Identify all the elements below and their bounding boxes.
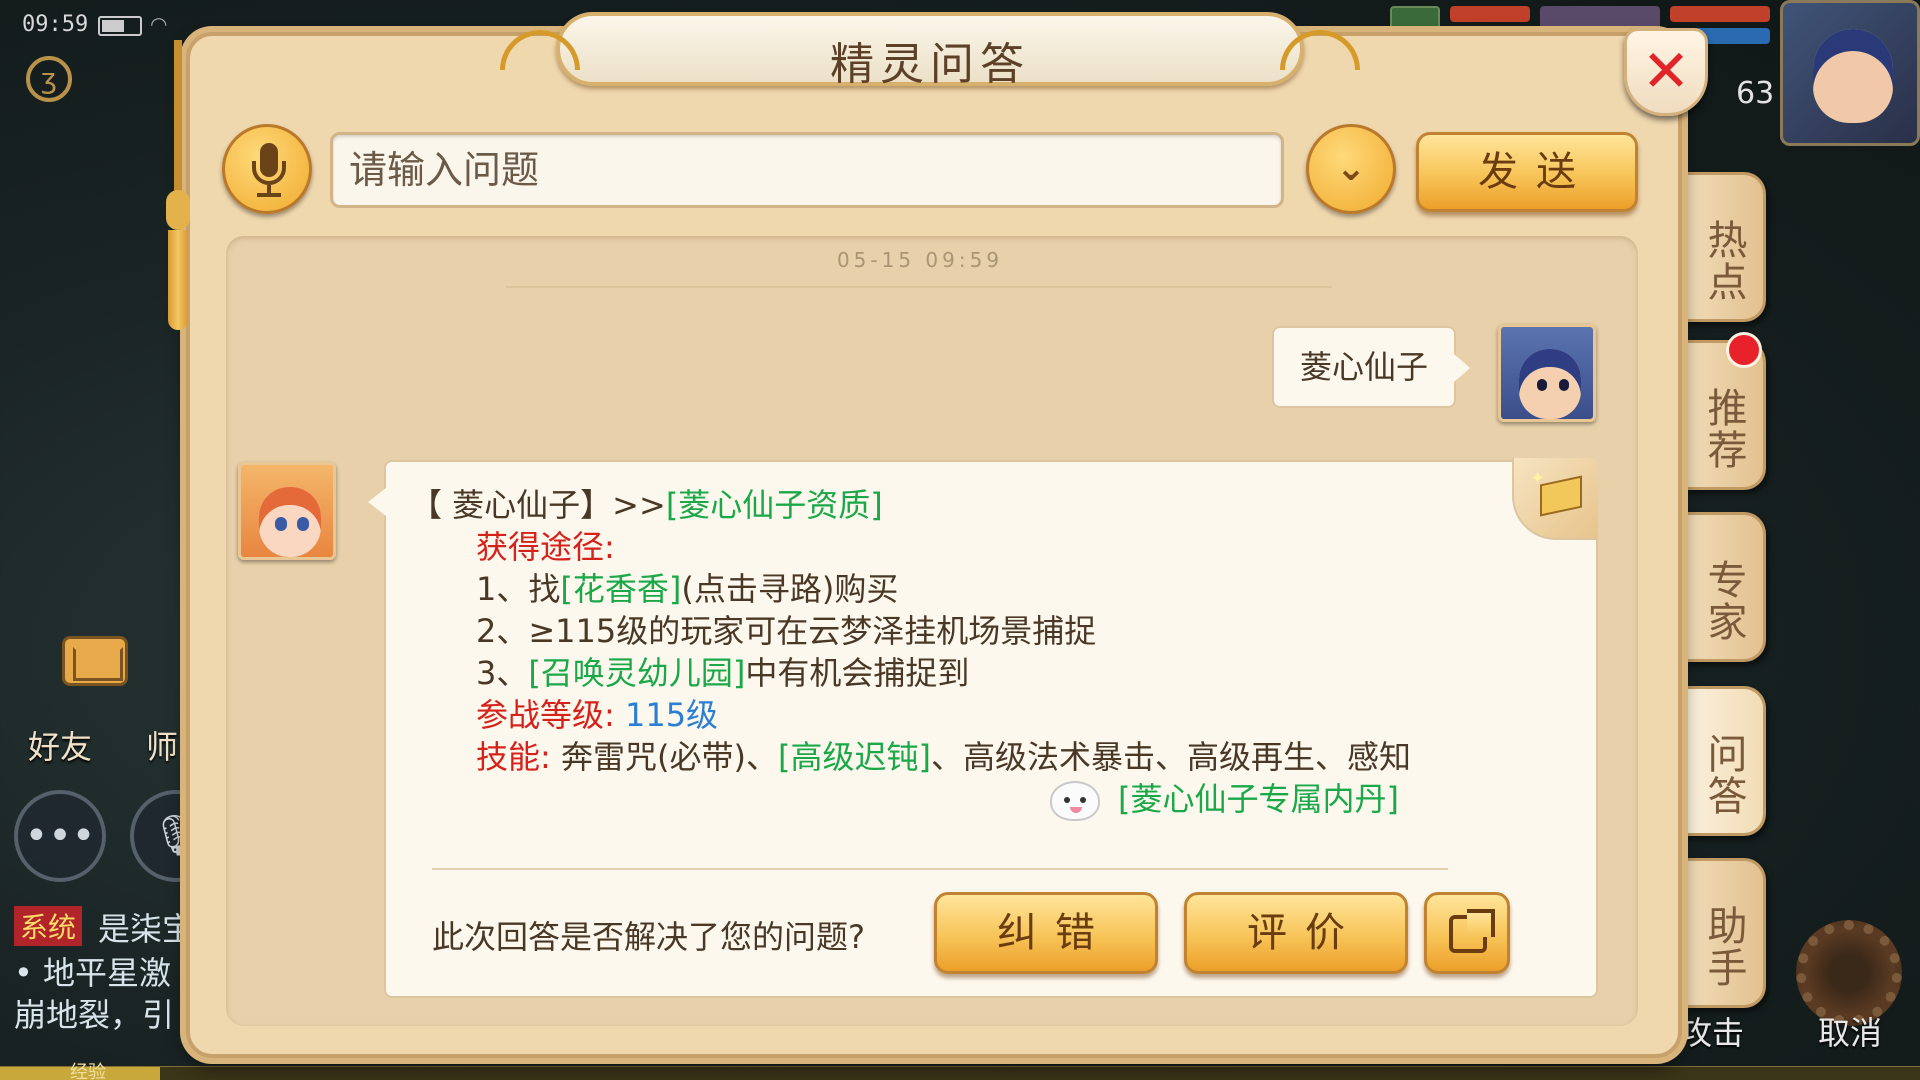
kindergarten-link[interactable]: [召唤灵幼儿园] — [528, 654, 745, 692]
tab-label: 助手 — [1700, 905, 1747, 989]
skill-text: 奔雷咒(必带)、 — [560, 738, 778, 776]
route-1: 1、找[花香香](点击寻路)购买 — [476, 564, 898, 610]
tab-expert[interactable]: 专家 — [1684, 512, 1766, 662]
skill-label: 技能: — [476, 738, 551, 776]
tab-label: 问答 — [1700, 733, 1747, 817]
level-label: 参战等级: — [476, 696, 615, 734]
wifi-icon: ◠ — [150, 12, 168, 36]
tab-qa[interactable]: 问答 — [1684, 686, 1766, 836]
title-plate: 精灵问答 — [500, 12, 1360, 90]
notification-dot — [1726, 332, 1762, 368]
message-timestamp: 05-15 09:59 — [836, 248, 1004, 272]
swirl-icon[interactable]: ʒ — [26, 56, 72, 102]
tassel-ornament — [164, 40, 192, 330]
history-dropdown-button[interactable]: ⌄ — [1306, 124, 1396, 214]
chat-line: 崩地裂，引 — [14, 996, 175, 1034]
source-label: 获得途径: — [476, 528, 615, 566]
player-avatar[interactable] — [1780, 0, 1920, 146]
pet-icon — [1050, 781, 1100, 821]
npc-link[interactable]: [花香香] — [560, 570, 681, 608]
tab-label: 推荐 — [1700, 387, 1747, 471]
mail-icon[interactable] — [62, 636, 128, 686]
microphone-button[interactable] — [222, 124, 312, 214]
cancel-label[interactable]: 取消 — [1818, 1008, 1882, 1054]
exp-label: 经验 — [70, 1062, 106, 1080]
battle-level: 参战等级: 115级 — [476, 690, 718, 736]
close-button[interactable]: ✕ — [1624, 28, 1708, 116]
aptitude-link[interactable]: [菱心仙子资质] — [666, 486, 883, 524]
route-text: 中有机会捕捉到 — [745, 654, 970, 692]
tab-label: 专家 — [1700, 559, 1747, 643]
feedback-question: 此次回答是否解决了您的问题? — [432, 918, 865, 956]
chat-line: • 地平星激 — [14, 954, 172, 992]
divider — [432, 868, 1448, 870]
friends-label[interactable]: 好友 — [28, 722, 92, 768]
question-input[interactable] — [330, 132, 1284, 208]
spirit-avatar — [238, 462, 336, 560]
master-label[interactable]: 师 — [146, 722, 178, 768]
chevron-down-icon: ⌄ — [1335, 148, 1367, 189]
core-line: [菱心仙子专属内丹] — [1050, 774, 1399, 821]
status-time: 09:59 — [22, 12, 89, 37]
route-text: 3、 — [476, 654, 529, 692]
report-error-button[interactable]: 纠错 — [934, 892, 1158, 974]
tab-hot[interactable]: 热点 — [1684, 172, 1766, 322]
skill-text: 、高级法术暴击、高级再生、感知 — [930, 738, 1411, 776]
book-icon[interactable]: ✦ — [1512, 458, 1598, 540]
share-button[interactable] — [1424, 892, 1510, 974]
tab-assistant[interactable]: 助手 — [1684, 858, 1766, 1008]
level-value: 115级 — [624, 696, 719, 734]
answer-title: 【 菱心仙子】>>[菱心仙子资质] — [410, 480, 883, 526]
player-level: 63 — [1736, 76, 1775, 111]
route-3: 3、[召唤灵幼儿园]中有机会捕捉到 — [476, 648, 969, 694]
skill-link[interactable]: [高级迟钝] — [778, 738, 931, 776]
route-text: (点击寻路)购买 — [681, 570, 899, 608]
route-text: 1、找 — [476, 570, 561, 608]
divider — [506, 286, 1332, 288]
attack-label[interactable]: 攻击 — [1680, 1008, 1744, 1054]
user-message-bubble: 菱心仙子 — [1272, 326, 1470, 408]
rate-button[interactable]: 评价 — [1184, 892, 1408, 974]
battery-icon — [98, 16, 142, 36]
tab-label: 热点 — [1700, 219, 1747, 303]
core-link[interactable]: [菱心仙子专属内丹] — [1118, 780, 1399, 818]
pet-name: 【 菱心仙子】>> — [410, 486, 666, 524]
exp-bar — [0, 1066, 1920, 1080]
send-button[interactable]: 发送 — [1416, 132, 1638, 212]
system-tag: 系统 — [14, 906, 83, 946]
page-title: 精灵问答 — [830, 39, 1030, 90]
skills: 技能: 奔雷咒(必带)、[高级迟钝]、高级法术暴击、高级再生、感知 — [476, 732, 1411, 778]
chat-line: 是柒宝 — [98, 910, 195, 948]
route-2: 2、≥115级的玩家可在云梦泽挂机场景捕捉 — [476, 612, 1097, 650]
chat-bubble-icon[interactable]: ••• — [14, 790, 106, 882]
user-avatar — [1498, 324, 1596, 422]
